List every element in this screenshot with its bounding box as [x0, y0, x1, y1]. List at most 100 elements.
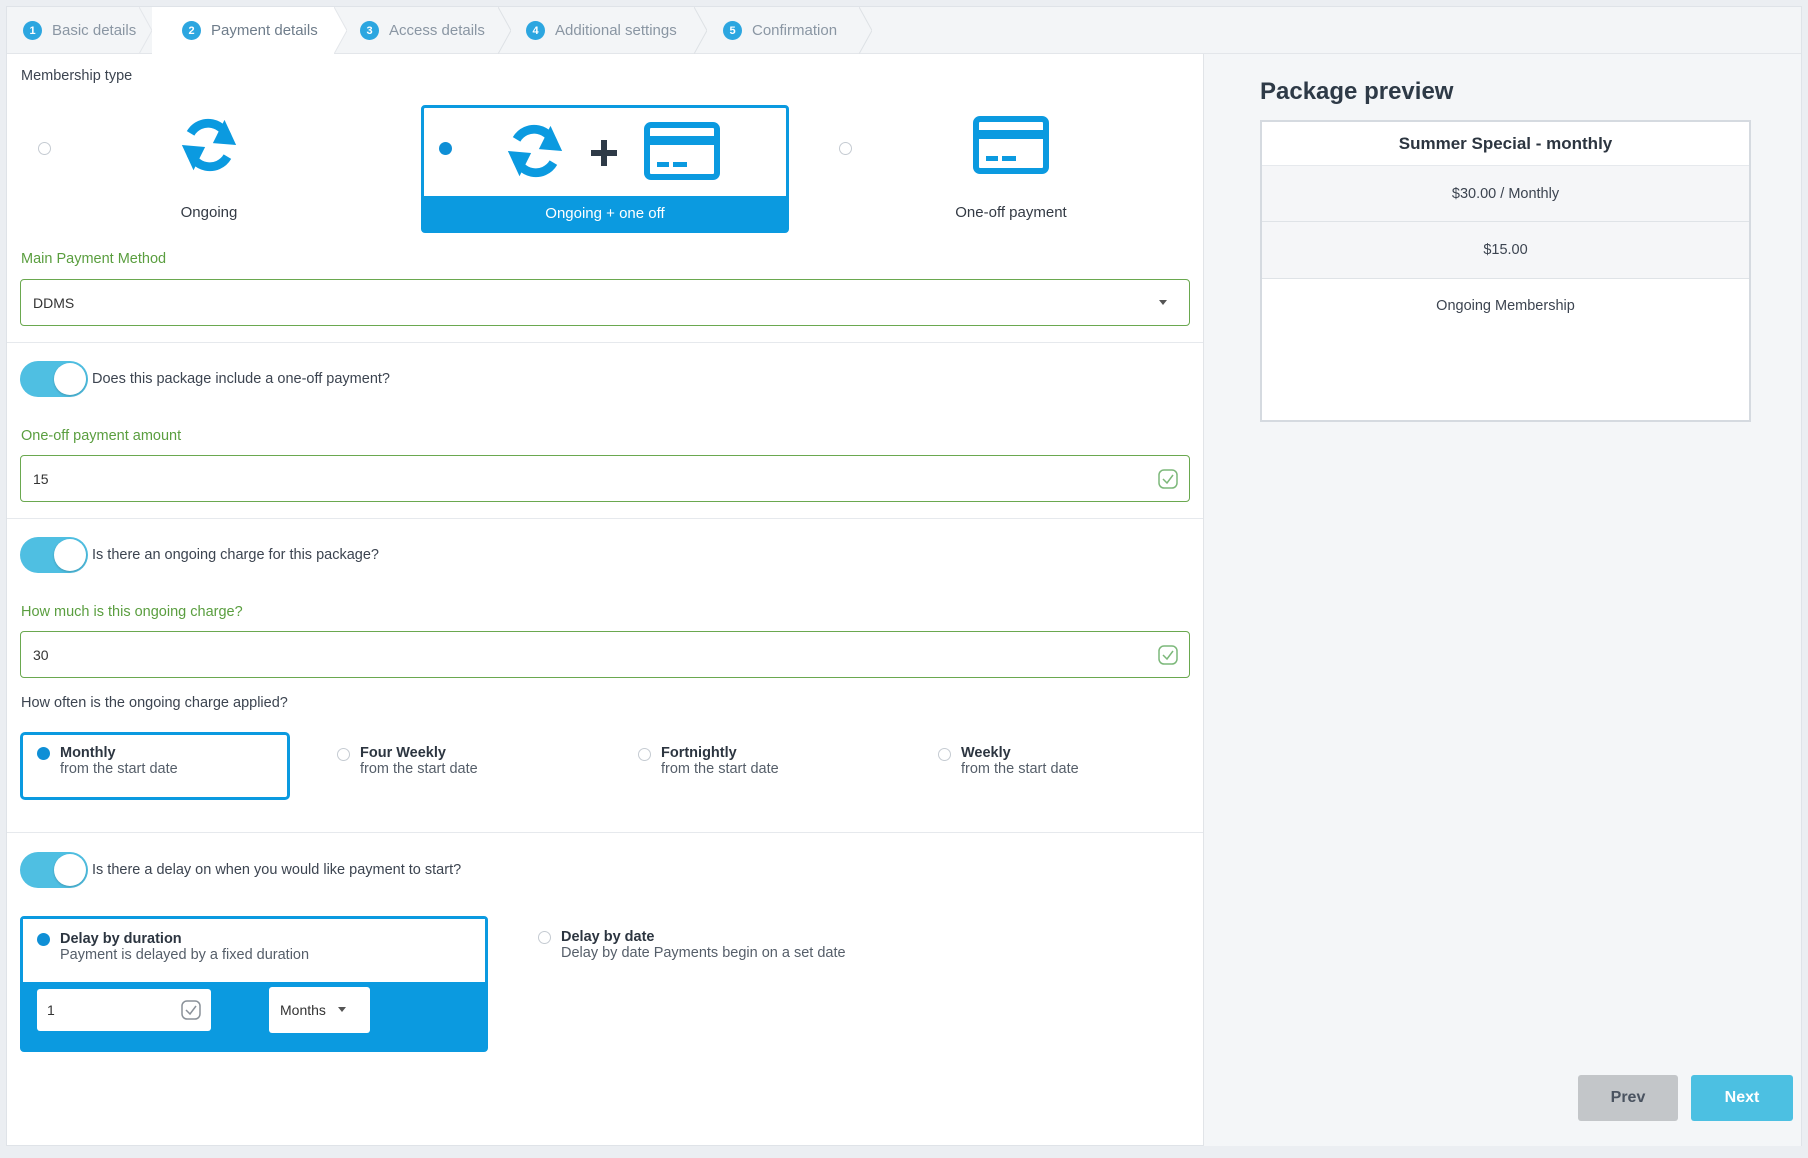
sync-icon — [181, 118, 237, 172]
step-basic-details[interactable]: 1 Basic details — [7, 7, 152, 54]
sync-icon — [507, 124, 563, 178]
delay-by-duration-title: Delay by duration — [60, 931, 182, 947]
step-label: Additional settings — [555, 22, 677, 39]
step-label: Basic details — [52, 22, 137, 39]
main-payment-method-select[interactable]: DDMS — [20, 279, 1190, 326]
frequency-monthly: Monthly from the start date — [60, 745, 178, 777]
ongoing-amount-value: 30 — [33, 646, 49, 663]
step-label: Payment details — [211, 22, 318, 39]
delay-by-date[interactable]: Delay by date Delay by date Payments beg… — [561, 929, 846, 961]
credit-card-icon — [973, 116, 1049, 174]
step-number: 3 — [360, 21, 379, 40]
prev-button[interactable]: Prev — [1578, 1075, 1678, 1121]
steps-bar: 1 Basic details 2 Payment details 3 Acce… — [7, 7, 1801, 54]
membership-type-summary: Ongoing Membership — [1436, 298, 1575, 314]
check-icon — [1158, 469, 1178, 489]
toggle-knob — [54, 854, 86, 886]
plus-icon — [591, 140, 617, 166]
membership-one-off-title: One-off payment — [955, 204, 1067, 221]
delay-by-duration: Delay by duration Payment is delayed by … — [60, 931, 309, 963]
delay-by-duration-header: Delay by duration Payment is delayed by … — [23, 919, 485, 982]
chevron-down-icon — [338, 1007, 346, 1012]
frequency-subtitle: from the start date — [961, 761, 1079, 777]
wizard-frame: 1 Basic details 2 Payment details 3 Acce… — [6, 6, 1802, 1146]
step-number: 5 — [723, 21, 742, 40]
next-button[interactable]: Next — [1691, 1075, 1793, 1121]
one-off-payment-toggle[interactable] — [20, 361, 88, 397]
main-payment-method-label: Main Payment Method — [21, 251, 167, 267]
membership-ongoing-plus-one-off-card[interactable]: Ongoing + one off — [421, 105, 789, 233]
step-number: 1 — [23, 21, 42, 40]
frequency-weekly-radio[interactable] — [938, 748, 951, 761]
ongoing-charge-toggle[interactable] — [20, 537, 88, 573]
step-label: Confirmation — [752, 22, 838, 39]
step-number: 4 — [526, 21, 545, 40]
delay-by-duration-card[interactable]: Delay by duration Payment is delayed by … — [20, 916, 488, 1052]
step-number: 2 — [182, 21, 201, 40]
check-icon — [1158, 645, 1178, 665]
membership-ongoing-plus-one-off-title: Ongoing + one off — [424, 196, 786, 230]
delay-by-date-title: Delay by date — [561, 929, 655, 945]
membership-type-label: Membership type — [21, 68, 133, 84]
divider — [7, 832, 1203, 833]
step-chevron-icon — [859, 7, 872, 54]
one-off-amount-input[interactable]: 15 — [20, 455, 1190, 502]
delay-duration-input[interactable]: 1 — [37, 989, 211, 1031]
frequency-monthly-card[interactable]: Monthly from the start date — [20, 732, 290, 800]
payment-form: Membership type Ongoing Ongoing + one of… — [7, 54, 1203, 1146]
one-off-price: $15.00 — [1262, 222, 1749, 279]
frequency-weekly[interactable]: Weekly from the start date — [961, 745, 1079, 777]
chevron-down-icon — [1159, 300, 1167, 305]
divider — [7, 342, 1203, 343]
step-access-details[interactable]: 3 Access details — [334, 7, 511, 54]
toggle-knob — [54, 539, 86, 571]
main-payment-method-value: DDMS — [33, 294, 75, 311]
step-label: Access details — [389, 22, 485, 39]
one-off-amount-label: One-off payment amount — [21, 428, 182, 444]
frequency-subtitle: from the start date — [360, 761, 478, 777]
ongoing-amount-label: How much is this ongoing charge? — [21, 604, 243, 620]
payment-delay-toggle[interactable] — [20, 852, 88, 888]
step-additional-settings[interactable]: 4 Additional settings — [498, 7, 707, 54]
membership-ongoing-title: Ongoing — [180, 204, 238, 221]
frequency-label: How often is the ongoing charge applied? — [21, 695, 288, 711]
frequency-fortnightly-radio[interactable] — [638, 748, 651, 761]
frequency-four-weekly-radio[interactable] — [337, 748, 350, 761]
payment-delay-question: Is there a delay on when you would like … — [92, 862, 462, 878]
delay-by-date-radio[interactable] — [538, 931, 551, 944]
frequency-subtitle: from the start date — [661, 761, 779, 777]
frequency-title: Four Weekly — [360, 745, 446, 761]
credit-card-icon — [644, 122, 720, 180]
ongoing-price: $30.00 / Monthly — [1262, 166, 1749, 222]
check-icon — [181, 1000, 201, 1020]
frequency-four-weekly[interactable]: Four Weekly from the start date — [360, 745, 478, 777]
frequency-title: Fortnightly — [661, 745, 737, 761]
membership-ongoing-plus-one-off-radio[interactable] — [439, 142, 452, 155]
delay-unit-value: Months — [280, 1002, 326, 1018]
package-preview-panel: Package preview Summer Special - monthly… — [1203, 54, 1801, 1146]
frequency-monthly-radio[interactable] — [37, 747, 50, 760]
package-preview-title: Package preview — [1260, 78, 1454, 105]
ongoing-amount-input[interactable]: 30 — [20, 631, 1190, 678]
one-off-amount-value: 15 — [33, 470, 49, 487]
toggle-knob — [54, 363, 86, 395]
delay-by-duration-radio[interactable] — [37, 933, 50, 946]
ongoing-charge-question: Is there an ongoing charge for this pack… — [92, 547, 379, 563]
delay-by-duration-subtitle: Payment is delayed by a fixed duration — [60, 947, 310, 963]
delay-unit-select[interactable]: Months — [269, 987, 370, 1033]
package-name: Summer Special - monthly — [1262, 122, 1749, 166]
membership-ongoing-radio[interactable] — [38, 142, 51, 155]
package-preview-card: Summer Special - monthly $30.00 / Monthl… — [1260, 120, 1751, 422]
frequency-fortnightly[interactable]: Fortnightly from the start date — [661, 745, 779, 777]
membership-one-off-radio[interactable] — [839, 142, 852, 155]
frequency-title: Weekly — [961, 745, 1011, 761]
divider — [7, 518, 1203, 519]
step-confirmation[interactable]: 5 Confirmation — [694, 7, 872, 54]
delay-by-date-subtitle: Delay by date Payments begin on a set da… — [561, 945, 846, 961]
frequency-subtitle: from the start date — [60, 761, 178, 777]
frequency-title: Monthly — [60, 745, 116, 761]
delay-duration-value: 1 — [47, 1002, 55, 1018]
step-payment-details[interactable]: 2 Payment details — [152, 7, 347, 54]
step-chevron-icon — [139, 7, 152, 54]
one-off-payment-question: Does this package include a one-off paym… — [92, 371, 390, 387]
